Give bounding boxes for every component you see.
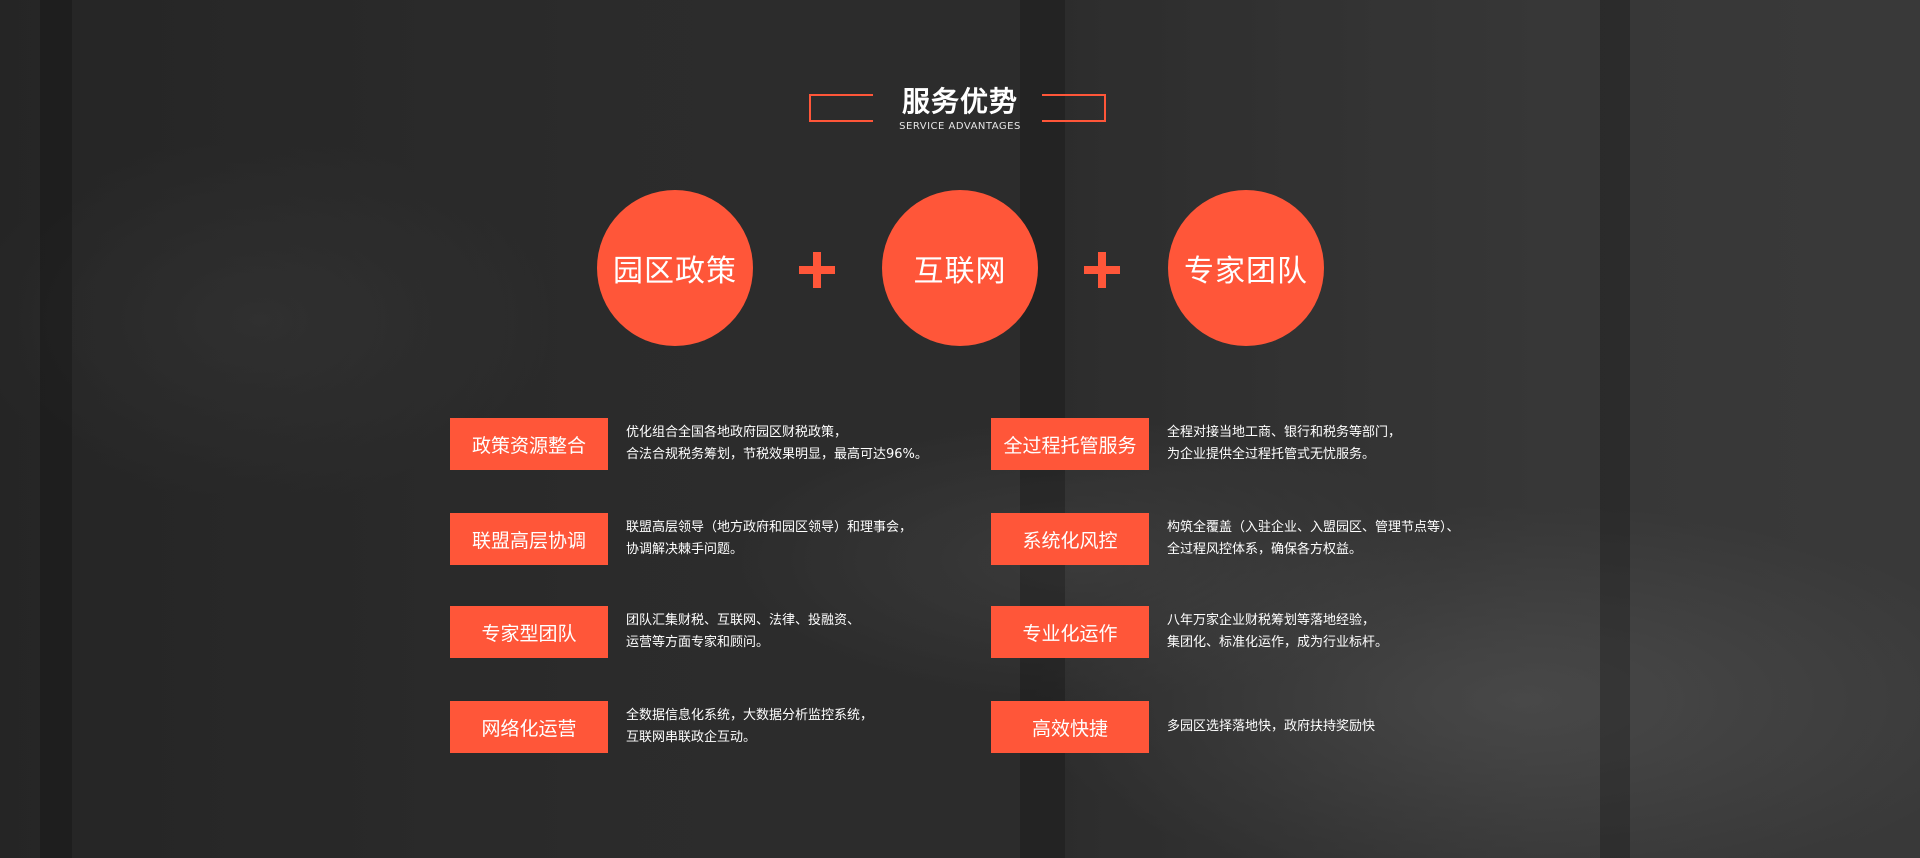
feature-description: 全数据信息化系统，大数据分析监控系统， 互联网串联政企互动。 [626, 705, 873, 749]
feature-desc-line: 构筑全覆盖（入驻企业、入盟园区、管理节点等）、 [1167, 520, 1460, 535]
feature-desc-line: 全过程风控体系，确保各方权益。 [1167, 542, 1363, 557]
feature-desc-line: 优化组合全国各地政府园区财税政策， [626, 425, 848, 440]
feature-tag: 专家型团队 [450, 606, 608, 658]
pillar-label: 互联网 [913, 254, 1007, 289]
feature-description: 构筑全覆盖（入驻企业、入盟园区、管理节点等）、 全过程风控体系，确保各方权益。 [1167, 517, 1460, 561]
feature-tag: 政策资源整合 [450, 418, 608, 470]
feature-tag: 专业化运作 [991, 606, 1149, 658]
feature-description: 联盟高层领导（地方政府和园区领导）和理事会， 协调解决棘手问题。 [626, 517, 912, 561]
feature-description: 八年万家企业财税筹划等落地经验， 集团化、标准化运作，成为行业标杆。 [1167, 610, 1388, 654]
feature-desc-line: 团队汇集财税、互联网、法律、投融资、 [626, 613, 861, 628]
feature-description: 多园区选择落地快，政府扶持奖励快 [1167, 716, 1375, 738]
pillar-label: 园区政策 [613, 254, 737, 289]
section-subtitle: SERVICE ADVANTAGES [899, 121, 1021, 132]
feature-item: 专业化运作 八年万家企业财税筹划等落地经验， 集团化、标准化运作，成为行业标杆。 [991, 606, 1388, 658]
feature-tag: 网络化运营 [450, 701, 608, 753]
pillar-circle-internet: 互联网 [882, 190, 1038, 346]
feature-desc-line: 八年万家企业财税筹划等落地经验， [1167, 613, 1376, 628]
feature-description: 团队汇集财税、互联网、法律、投融资、 运营等方面专家和顾问。 [626, 610, 860, 654]
feature-item: 政策资源整合 优化组合全国各地政府园区财税政策， 合法合规税务筹划，节税效果明显… [450, 418, 928, 470]
feature-description: 全程对接当地工商、银行和税务等部门， 为企业提供全过程托管式无忧服务。 [1167, 422, 1401, 466]
pillar-circle-policy: 园区政策 [597, 190, 753, 346]
feature-desc-line: 运营等方面专家和顾问。 [626, 635, 770, 650]
feature-desc-line: 为企业提供全过程托管式无忧服务。 [1167, 447, 1376, 462]
feature-desc-line: 全数据信息化系统，大数据分析监控系统， [626, 708, 874, 723]
feature-item: 高效快捷 多园区选择落地快，政府扶持奖励快 [991, 701, 1375, 753]
plus-icon [799, 252, 835, 288]
feature-desc-line: 集团化、标准化运作，成为行业标杆。 [1167, 635, 1389, 650]
feature-tag: 全过程托管服务 [991, 418, 1149, 470]
plus-icon [1084, 252, 1120, 288]
pillar-label: 专家团队 [1184, 254, 1308, 289]
pillar-circle-experts: 专家团队 [1168, 190, 1324, 346]
feature-item: 系统化风控 构筑全覆盖（入驻企业、入盟园区、管理节点等）、 全过程风控体系，确保… [991, 513, 1460, 565]
section-title: 服务优势 [901, 85, 1018, 118]
feature-desc-line: 联盟高层领导（地方政府和园区领导）和理事会， [626, 520, 913, 535]
feature-tag: 高效快捷 [991, 701, 1149, 753]
feature-item: 全过程托管服务 全程对接当地工商、银行和税务等部门， 为企业提供全过程托管式无忧… [991, 418, 1401, 470]
feature-tag: 联盟高层协调 [450, 513, 608, 565]
feature-item: 专家型团队 团队汇集财税、互联网、法律、投融资、 运营等方面专家和顾问。 [450, 606, 860, 658]
feature-desc-line: 合法合规税务筹划，节税效果明显，最高可达96%。 [626, 447, 928, 462]
feature-desc-line: 互联网串联政企互动。 [626, 730, 757, 745]
feature-item: 联盟高层协调 联盟高层领导（地方政府和园区领导）和理事会， 协调解决棘手问题。 [450, 513, 912, 565]
feature-desc-line: 全程对接当地工商、银行和税务等部门， [1167, 425, 1402, 440]
feature-description: 优化组合全国各地政府园区财税政策， 合法合规税务筹划，节税效果明显，最高可达96… [626, 422, 928, 466]
feature-desc-line: 协调解决棘手问题。 [626, 542, 744, 557]
feature-tag: 系统化风控 [991, 513, 1149, 565]
section-header: 服务优势 SERVICE ADVANTAGES [0, 80, 1920, 140]
feature-item: 网络化运营 全数据信息化系统，大数据分析监控系统， 互联网串联政企互动。 [450, 701, 873, 753]
feature-desc-line: 多园区选择落地快，政府扶持奖励快 [1167, 719, 1376, 734]
